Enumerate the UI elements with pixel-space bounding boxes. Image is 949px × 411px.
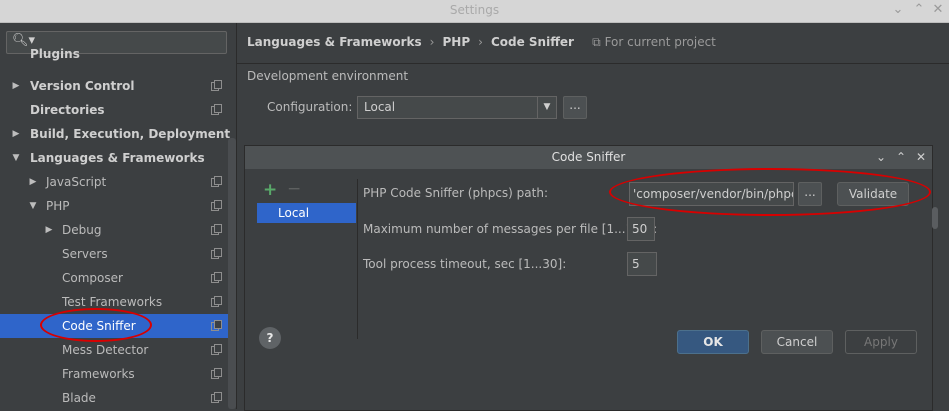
project-scope-icon xyxy=(211,296,222,307)
breadcrumb-separator: › xyxy=(429,35,435,49)
project-scope-icon xyxy=(211,368,222,379)
timeout-input[interactable]: 5 xyxy=(627,252,657,276)
dialog-title: Code Sniffer xyxy=(245,146,932,169)
project-scope-note: ⧉ For current project xyxy=(592,35,716,49)
header-divider xyxy=(237,63,949,64)
breadcrumb-php[interactable]: PHP xyxy=(442,35,470,49)
interpreter-list-item[interactable]: Local xyxy=(257,203,356,223)
remove-icon[interactable]: − xyxy=(287,179,301,199)
expand-arrow-icon[interactable]: ▶ xyxy=(44,218,54,242)
sidebar-item-plugins[interactable]: Plugins xyxy=(0,48,228,64)
highlight-annotation xyxy=(40,308,152,342)
configuration-more-button[interactable]: ... xyxy=(563,96,587,119)
settings-sidebar: 🔍︎▾ Plugins ▶ Version Control Directorie… xyxy=(0,23,237,409)
project-scope-icon xyxy=(211,176,222,187)
add-icon[interactable]: + xyxy=(263,180,277,200)
breadcrumb: Languages & Frameworks › PHP › Code Sniffer … xyxy=(247,35,716,50)
project-scope-icon xyxy=(211,248,222,259)
project-scope-icon xyxy=(211,392,222,403)
cancel-button[interactable]: Cancel xyxy=(761,330,833,354)
apply-button[interactable]: Apply xyxy=(845,330,917,354)
sidebar-item-build-execution-deployment[interactable]: ▶ Build, Execution, Deployment xyxy=(0,122,231,146)
sidebar-item-composer[interactable]: Composer xyxy=(0,266,228,290)
sidebar-item-languages-frameworks[interactable]: ▼ Languages & Frameworks xyxy=(0,146,228,170)
sidebar-item-debug[interactable]: ▶ Debug xyxy=(0,218,228,242)
expand-arrow-icon[interactable]: ▶ xyxy=(28,170,38,194)
expand-arrow-icon[interactable]: ▶ xyxy=(11,122,21,146)
minimize-icon[interactable]: ⌄ xyxy=(890,2,906,18)
max-messages-input[interactable]: 50 xyxy=(627,217,655,241)
expand-arrow-icon[interactable]: ▶ xyxy=(11,74,21,98)
timeout-label: Tool process timeout, sec [1...30]: xyxy=(363,257,567,271)
section-title: Development environment xyxy=(247,69,409,83)
main-scrollbar[interactable] xyxy=(932,207,938,229)
sidebar-item-version-control[interactable]: ▶ Version Control xyxy=(0,74,228,98)
project-scope-icon xyxy=(211,104,222,115)
project-scope-icon xyxy=(211,80,222,91)
project-scope-icon xyxy=(211,200,222,211)
window-titlebar: Settings ⌄ ⌃ ✕ xyxy=(0,0,949,23)
maximize-icon[interactable]: ⌃ xyxy=(911,2,927,18)
chevron-down-icon[interactable]: ⌄ xyxy=(873,146,889,169)
project-scope-icon xyxy=(211,344,222,355)
project-scope-icon: ⧉ xyxy=(592,35,605,49)
highlight-annotation xyxy=(609,168,931,216)
collapse-arrow-icon[interactable]: ▼ xyxy=(11,146,21,170)
project-scope-icon xyxy=(211,320,222,331)
configuration-select[interactable]: Local ▼ xyxy=(357,96,557,119)
chevron-down-icon[interactable]: ▼ xyxy=(537,97,556,118)
search-icon: 🔍︎▾ xyxy=(12,33,36,48)
collapse-arrow-icon[interactable]: ▼ xyxy=(28,194,38,218)
configuration-label: Configuration: xyxy=(267,100,353,114)
breadcrumb-code-sniffer: Code Sniffer xyxy=(490,35,574,49)
sidebar-item-directories[interactable]: Directories xyxy=(0,98,228,122)
chevron-up-icon[interactable]: ⌃ xyxy=(893,146,909,169)
close-icon[interactable]: ✕ xyxy=(930,2,946,18)
close-icon[interactable]: ✕ xyxy=(913,146,929,169)
sidebar-item-mess-detector[interactable]: Mess Detector xyxy=(0,338,228,362)
dialog-divider xyxy=(357,179,358,339)
sidebar-item-servers[interactable]: Servers xyxy=(0,242,228,266)
sidebar-item-frameworks[interactable]: Frameworks xyxy=(0,362,228,386)
sidebar-item-javascript[interactable]: ▶ JavaScript xyxy=(0,170,228,194)
project-scope-icon xyxy=(211,272,222,283)
phpcs-path-label: PHP Code Sniffer (phpcs) path: xyxy=(363,186,548,200)
breadcrumb-languages-frameworks[interactable]: Languages & Frameworks xyxy=(247,35,422,49)
help-icon[interactable]: ? xyxy=(259,327,281,349)
ok-button[interactable]: OK xyxy=(677,330,749,354)
max-messages-label: Maximum number of messages per file [1..… xyxy=(363,222,658,236)
sidebar-item-php[interactable]: ▼ PHP xyxy=(0,194,228,218)
sidebar-scrollbar[interactable] xyxy=(228,138,236,409)
project-scope-icon xyxy=(211,224,222,235)
window-title: Settings xyxy=(449,3,500,17)
sidebar-item-blade[interactable]: Blade xyxy=(0,386,228,409)
configuration-value: Local xyxy=(364,100,396,114)
breadcrumb-separator: › xyxy=(478,35,483,49)
